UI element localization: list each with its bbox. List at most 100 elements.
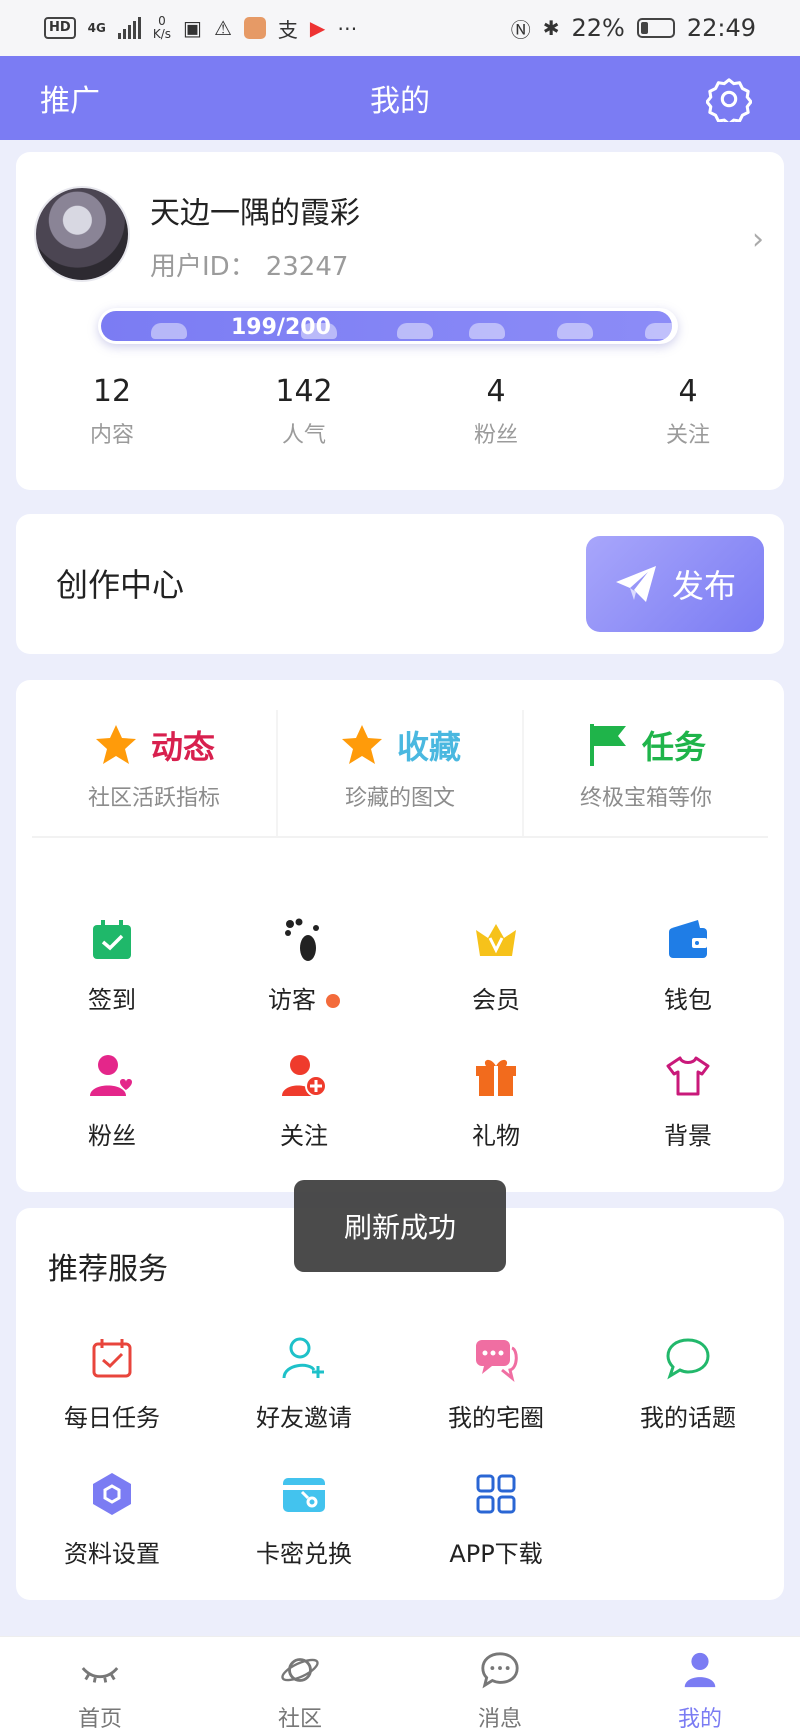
app-grid-icon (476, 1474, 516, 1514)
level-progress-fill: 199/200 (101, 311, 673, 341)
service-my-topics[interactable]: 我的话题 (592, 1334, 784, 1433)
bluetooth-icon: ✱ (542, 16, 560, 40)
function-grid-row-2: 粉丝 关注 礼物 背景 (16, 1052, 784, 1151)
features-card: 动态 社区活跃指标 收藏 珍藏的图文 任务 终极宝箱等你 签到 访客 会员 钱包… (16, 680, 784, 1192)
user-name: 天边一隅的霞彩 (150, 196, 360, 231)
topic-bubble-icon (666, 1338, 710, 1380)
avatar[interactable] (34, 186, 130, 282)
service-profile-settings[interactable]: 资料设置 (16, 1470, 208, 1569)
tab-home[interactable]: 首页 (0, 1637, 200, 1733)
recommended-services-title: 推荐服务 (48, 1252, 168, 1287)
grid-item-vip[interactable]: 会员 (400, 916, 592, 1015)
signal-icon (117, 17, 141, 39)
service-label: 卡密兑换 (256, 1540, 352, 1568)
status-bar: HD 4G 0 K/s ▣ ⚠ 支 ▶ ⋯ Ⓝ ✱ 22% 22:49 (0, 0, 800, 56)
feature-tasks[interactable]: 任务 终极宝箱等你 (522, 710, 768, 836)
feature-favorites[interactable]: 收藏 珍藏的图文 (276, 710, 522, 836)
stat-content[interactable]: 12 内容 (16, 374, 208, 449)
service-empty-slot (592, 1470, 784, 1569)
grid-item-visitors[interactable]: 访客 (208, 916, 400, 1015)
tab-messages[interactable]: 消息 (400, 1637, 600, 1733)
grid-item-wallet[interactable]: 钱包 (592, 916, 784, 1015)
bilibili-icon: ▣ (183, 16, 202, 40)
hexagon-settings-icon (93, 1473, 131, 1515)
heart-pattern-icon (101, 317, 673, 339)
stat-number: 4 (486, 374, 506, 409)
feature-title: 收藏 (396, 728, 461, 766)
stat-number: 12 (92, 374, 132, 409)
service-my-circle[interactable]: 我的宅圈 (400, 1334, 592, 1433)
feature-subtitle: 社区活跃指标 (87, 786, 220, 811)
person-icon (684, 1652, 716, 1688)
grid-item-background[interactable]: 背景 (592, 1052, 784, 1151)
stat-label: 人气 (281, 423, 326, 448)
grid-item-following[interactable]: 关注 (208, 1052, 400, 1151)
feature-row: 动态 社区活跃指标 收藏 珍藏的图文 任务 终极宝箱等你 (32, 710, 768, 838)
tab-community[interactable]: 社区 (200, 1637, 400, 1733)
service-label: 每日任务 (64, 1404, 160, 1432)
crown-icon (476, 924, 516, 956)
service-label: 我的宅圈 (448, 1404, 544, 1432)
function-grid-row-1: 签到 访客 会员 钱包 (16, 916, 784, 1015)
clock: 22:49 (686, 14, 756, 42)
more-notifications-icon: ⋯ (337, 16, 358, 40)
service-card-redeem[interactable]: 卡密兑换 (208, 1470, 400, 1569)
feature-subtitle: 终极宝箱等你 (579, 786, 712, 811)
service-app-download[interactable]: APP下载 (400, 1470, 592, 1569)
service-label: 好友邀请 (256, 1404, 352, 1432)
tab-profile[interactable]: 我的 (600, 1637, 800, 1733)
user-id: 用户ID： 23247 (150, 246, 348, 283)
unread-dot (326, 994, 340, 1008)
settings-gear-icon[interactable] (706, 76, 752, 122)
grid-label: 会员 (472, 986, 520, 1014)
bottom-nav: 首页 社区 消息 我的 (0, 1636, 800, 1733)
publish-button[interactable]: 发布 (586, 536, 764, 632)
service-label: 资料设置 (64, 1540, 160, 1568)
grid-label: 关注 (280, 1122, 328, 1150)
creation-center-card: 创作中心 发布 (16, 514, 784, 654)
nfc-icon: Ⓝ (510, 17, 531, 42)
grid-item-fans[interactable]: 粉丝 (16, 1052, 208, 1151)
grid-item-gifts[interactable]: 礼物 (400, 1052, 592, 1151)
grid-label: 签到 (88, 986, 136, 1014)
stat-number: 4 (678, 374, 698, 409)
network-speed-unit: K/s (152, 27, 172, 41)
hd-badge: HD (44, 17, 76, 39)
feature-title: 动态 (150, 728, 215, 766)
gift-icon (476, 1059, 516, 1096)
grid-item-checkin[interactable]: 签到 (16, 916, 208, 1015)
tab-label: 社区 (277, 1707, 322, 1732)
promote-link[interactable]: 推广 (40, 76, 100, 120)
stat-number: 142 (275, 374, 333, 409)
stat-popularity[interactable]: 142 人气 (208, 374, 400, 449)
chevron-right-icon[interactable]: › (752, 222, 764, 257)
user-id-label: 用户ID： (150, 252, 256, 282)
fan-user-icon (90, 1055, 132, 1096)
stat-label: 粉丝 (473, 423, 518, 448)
service-invite-friends[interactable]: 好友邀请 (208, 1334, 400, 1433)
profile-card[interactable]: 天边一隅的霞彩 用户ID： 23247 › 199/200 12 内容 142 人… (16, 152, 784, 490)
page-title: 我的 (370, 84, 430, 119)
feature-subtitle: 珍藏的图文 (344, 786, 455, 811)
app-notification-icon: ▶ (309, 16, 326, 40)
tab-label: 消息 (477, 1707, 522, 1732)
feature-title: 任务 (641, 728, 706, 766)
level-progress-bar: 199/200 (98, 308, 678, 344)
toast-message: 刷新成功 (294, 1180, 506, 1272)
grid-label-wrap: 访客 (208, 980, 400, 1015)
status-right: Ⓝ ✱ 22% 22:49 (511, 14, 756, 43)
service-daily-tasks[interactable]: 每日任务 (16, 1334, 208, 1433)
chat-bubbles-icon (476, 1340, 518, 1382)
grid-label: 礼物 (472, 1122, 520, 1150)
stat-fans[interactable]: 4 粉丝 (400, 374, 592, 449)
grid-label: 访客 (268, 986, 316, 1014)
footprint-icon (285, 918, 319, 961)
star-icon (341, 725, 382, 764)
feature-activity[interactable]: 动态 社区活跃指标 (32, 710, 276, 836)
alipay-icon: 支 (277, 17, 298, 42)
stat-following[interactable]: 4 关注 (592, 374, 784, 449)
app-header: 推广 我的 (0, 56, 800, 140)
message-icon (481, 1652, 519, 1689)
service-label: APP下载 (449, 1540, 543, 1568)
network-type: 4G (87, 20, 106, 35)
